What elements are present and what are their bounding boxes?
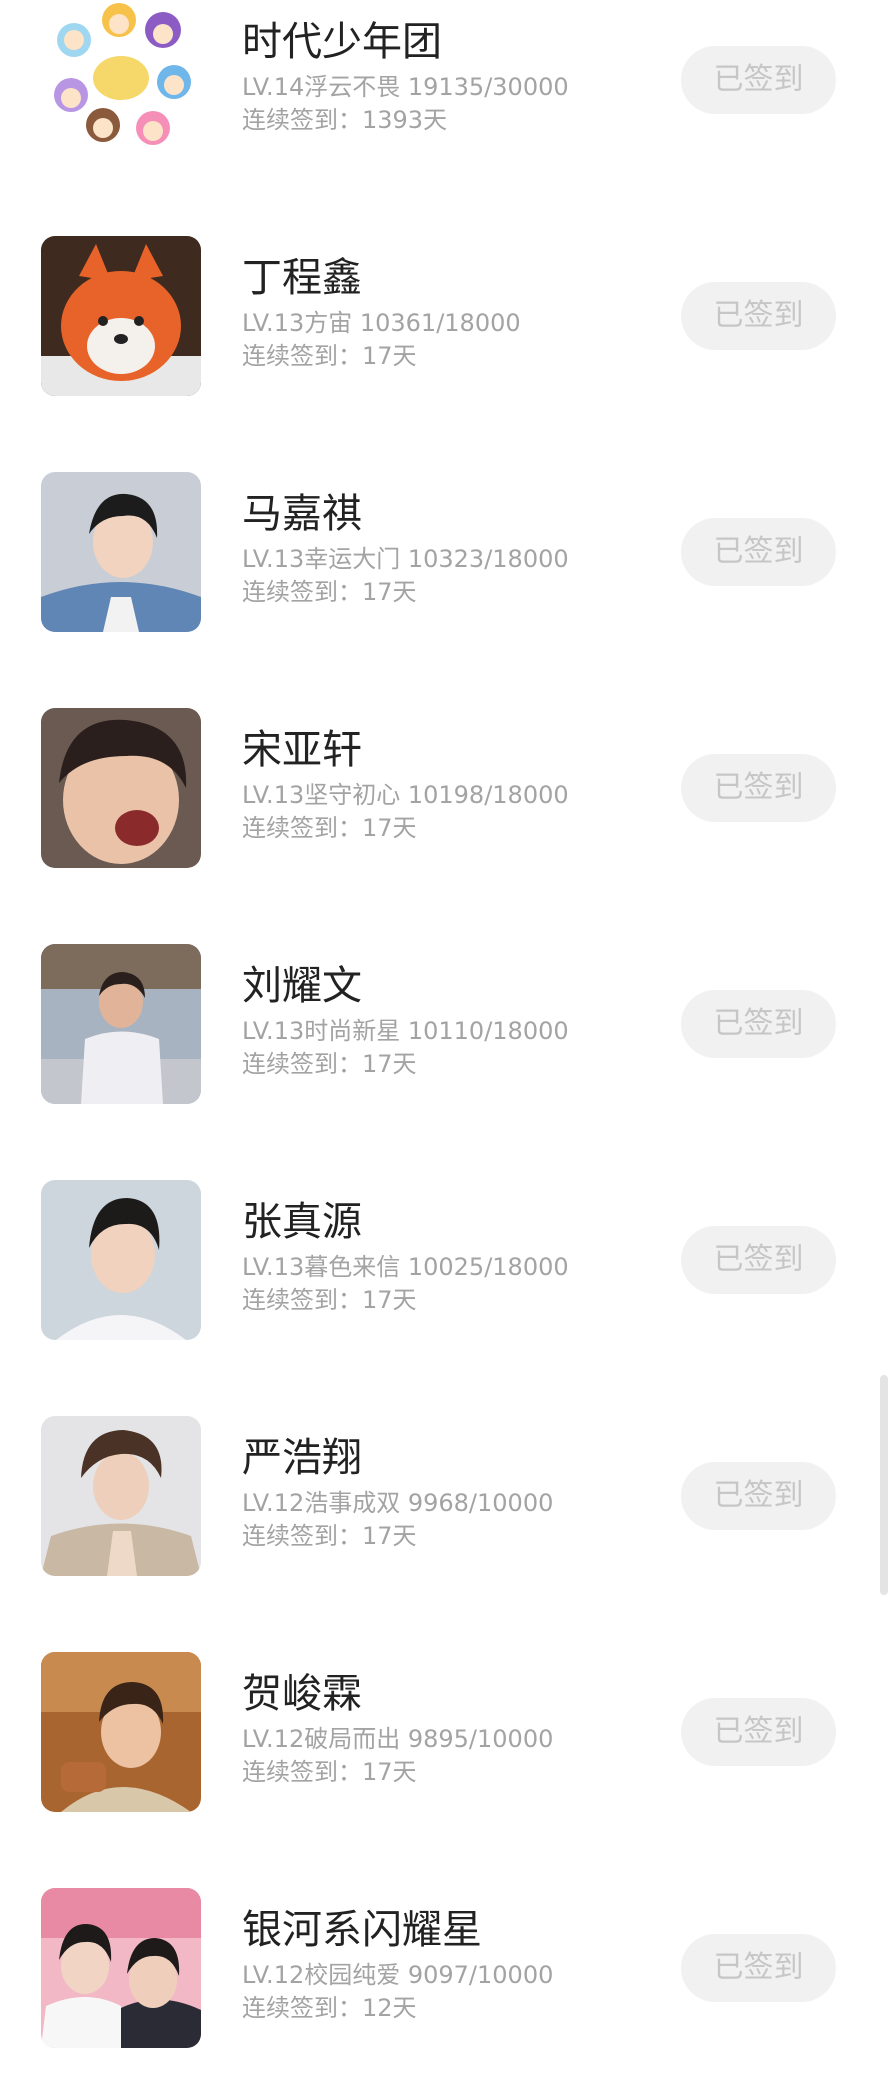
scrollbar[interactable] (880, 1375, 888, 1595)
streak-text: 连续签到：17天 (242, 1521, 417, 1551)
checked-in-button[interactable]: 已签到 (681, 1934, 836, 2002)
streak-label: 连续签到： (242, 814, 362, 842)
avatar[interactable] (41, 1888, 201, 2048)
list-item[interactable]: 马嘉祺 LV.13幸运大门 10323/18000 连续签到：17天 已签到 (0, 472, 890, 632)
member-name: 丁程鑫 (242, 255, 362, 301)
streak-text: 连续签到：1393天 (242, 105, 447, 135)
checked-in-button[interactable]: 已签到 (681, 1462, 836, 1530)
avatar[interactable] (41, 1652, 201, 1812)
list-item[interactable]: 银河系闪耀星 LV.12校园纯爱 9097/10000 连续签到：12天 已签到 (0, 1888, 890, 2048)
streak-text: 连续签到：17天 (242, 341, 417, 371)
streak-label: 连续签到： (242, 1050, 362, 1078)
streak-label: 连续签到： (242, 106, 362, 134)
avatar[interactable] (41, 708, 201, 868)
member-name: 马嘉祺 (242, 491, 362, 537)
level-progress: LV.14浮云不畏 19135/30000 (242, 73, 569, 101)
streak-label: 连续签到： (242, 1522, 362, 1550)
list-item[interactable]: 张真源 LV.13暮色来信 10025/18000 连续签到：17天 已签到 (0, 1180, 890, 1340)
list-item[interactable]: 刘耀文 LV.13时尚新星 10110/18000 连续签到：17天 已签到 (0, 944, 890, 1104)
checked-in-button[interactable]: 已签到 (681, 754, 836, 822)
list-item[interactable]: 宋亚轩 LV.13坚守初心 10198/18000 连续签到：17天 已签到 (0, 708, 890, 868)
streak-value: 1393天 (362, 106, 448, 134)
streak-value: 17天 (362, 578, 417, 606)
avatar[interactable] (41, 1416, 201, 1576)
streak-value: 12天 (362, 1994, 417, 2022)
streak-value: 17天 (362, 1050, 417, 1078)
streak-value: 17天 (362, 342, 417, 370)
streak-label: 连续签到： (242, 1994, 362, 2022)
level-progress: LV.12破局而出 9895/10000 (242, 1725, 554, 1753)
level-progress: LV.13时尚新星 10110/18000 (242, 1017, 569, 1045)
avatar[interactable] (41, 236, 201, 396)
list-item[interactable]: 时代少年团 LV.14浮云不畏 19135/30000 连续签到：1393天 已… (0, 0, 890, 160)
checked-in-button[interactable]: 已签到 (681, 518, 836, 586)
list-item[interactable]: 贺峻霖 LV.12破局而出 9895/10000 连续签到：17天 已签到 (0, 1652, 890, 1812)
streak-text: 连续签到：17天 (242, 1757, 417, 1787)
level-progress: LV.12浩事成双 9968/10000 (242, 1489, 554, 1517)
streak-text: 连续签到：17天 (242, 813, 417, 843)
streak-label: 连续签到： (242, 342, 362, 370)
level-progress: LV.13暮色来信 10025/18000 (242, 1253, 569, 1281)
streak-label: 连续签到： (242, 578, 362, 606)
member-name: 银河系闪耀星 (242, 1907, 482, 1953)
streak-text: 连续签到：12天 (242, 1993, 417, 2023)
checked-in-button[interactable]: 已签到 (681, 282, 836, 350)
streak-value: 17天 (362, 814, 417, 842)
list-item[interactable]: 丁程鑫 LV.13方宙 10361/18000 连续签到：17天 已签到 (0, 236, 890, 396)
checked-in-button[interactable]: 已签到 (681, 1226, 836, 1294)
level-progress: LV.13坚守初心 10198/18000 (242, 781, 569, 809)
streak-value: 17天 (362, 1758, 417, 1786)
streak-value: 17天 (362, 1286, 417, 1314)
member-name: 刘耀文 (242, 963, 362, 1009)
level-progress: LV.13方宙 10361/18000 (242, 309, 521, 337)
avatar[interactable] (41, 0, 201, 160)
list-item[interactable]: 严浩翔 LV.12浩事成双 9968/10000 连续签到：17天 已签到 (0, 1416, 890, 1576)
streak-label: 连续签到： (242, 1286, 362, 1314)
avatar[interactable] (41, 472, 201, 632)
avatar[interactable] (41, 1180, 201, 1340)
streak-text: 连续签到：17天 (242, 577, 417, 607)
streak-label: 连续签到： (242, 1758, 362, 1786)
avatar[interactable] (41, 944, 201, 1104)
checked-in-button[interactable]: 已签到 (681, 1698, 836, 1766)
level-progress: LV.13幸运大门 10323/18000 (242, 545, 569, 573)
streak-value: 17天 (362, 1522, 417, 1550)
checked-in-button[interactable]: 已签到 (681, 46, 836, 114)
checked-in-button[interactable]: 已签到 (681, 990, 836, 1058)
streak-text: 连续签到：17天 (242, 1285, 417, 1315)
streak-text: 连续签到：17天 (242, 1049, 417, 1079)
level-progress: LV.12校园纯爱 9097/10000 (242, 1961, 554, 1989)
member-name: 时代少年团 (242, 19, 442, 65)
member-name: 贺峻霖 (242, 1671, 362, 1717)
member-name: 张真源 (242, 1199, 362, 1245)
member-name: 严浩翔 (242, 1435, 362, 1481)
member-name: 宋亚轩 (242, 727, 362, 773)
